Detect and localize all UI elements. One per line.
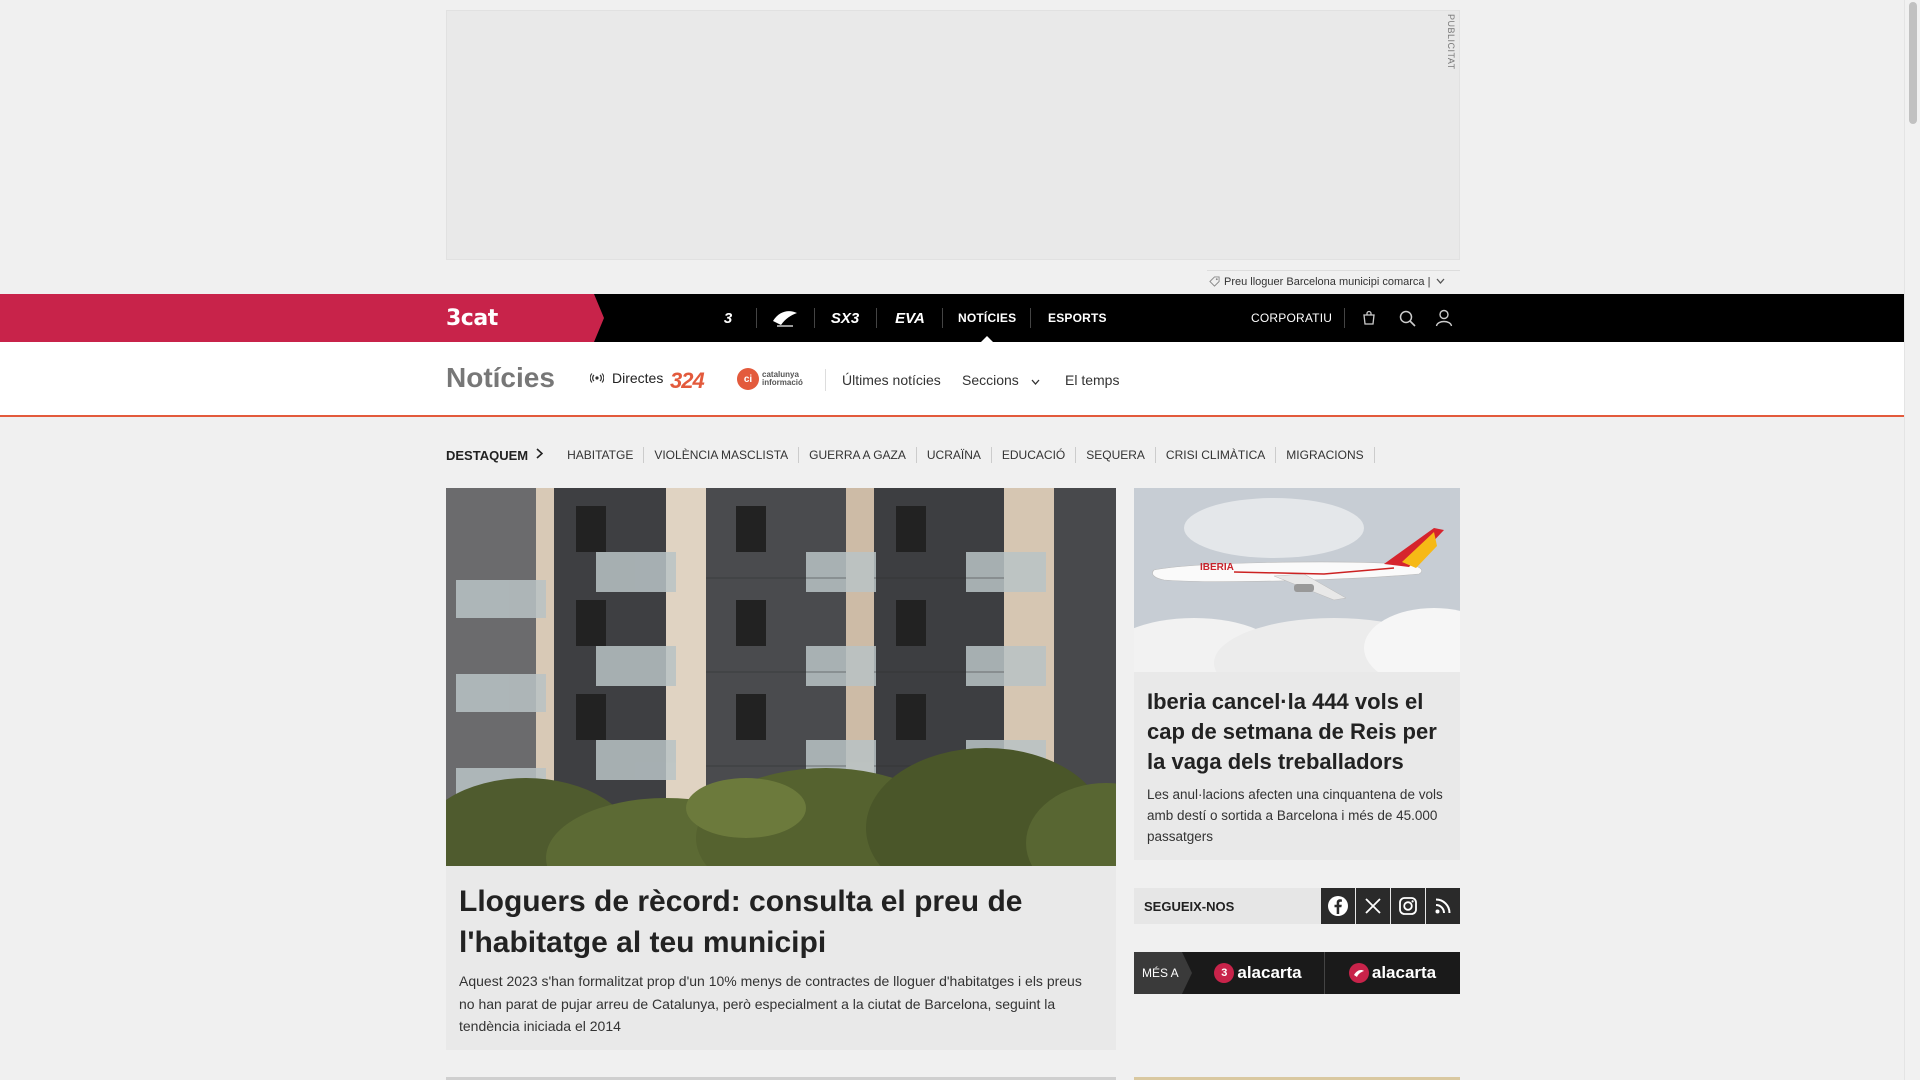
page-title[interactable]: Notícies [446, 362, 555, 394]
ad-label: PUBLICITAT [1446, 14, 1456, 70]
destaquem-link[interactable]: DESTAQUEM [446, 447, 544, 463]
nav-esports[interactable]: ESPORTS [1048, 294, 1107, 342]
tag-icon [1207, 275, 1221, 289]
logo-catalunya-informacio[interactable]: ci catalunya informació [737, 368, 832, 390]
main-article-image[interactable] [446, 488, 1116, 866]
side-article-card[interactable]: IBERIA Iberia cancel·la 444 vols el cap … [1134, 488, 1460, 860]
follow-us-box: SEGUEIX-NOS [1134, 888, 1460, 924]
tag-migracions[interactable]: MIGRACIONS [1276, 447, 1375, 463]
chevron-down-icon [1031, 377, 1040, 387]
ad-search-text: Preu lloguer Barcelona municipi comarca … [1224, 275, 1431, 288]
nav-divider [814, 308, 815, 328]
brand-logo[interactable]: 3cat [446, 306, 498, 331]
scrollbar[interactable] [1904, 0, 1920, 1080]
tag-crisi-climatica[interactable]: CRISI CLIMÀTICA [1156, 447, 1277, 463]
chevron-right-icon [536, 448, 544, 462]
side-article-title[interactable]: Iberia cancel·la 444 vols el cap de setm… [1147, 687, 1452, 777]
nav-divider [1344, 308, 1345, 328]
nav-seccions[interactable]: Seccions [962, 372, 1040, 388]
ad-banner[interactable] [446, 10, 1460, 260]
tag-guerra-a-gaza[interactable]: GUERRA A GAZA [799, 447, 917, 463]
scrollbar-thumb[interactable] [1909, 2, 1917, 124]
instagram-icon[interactable] [1391, 888, 1425, 924]
tag-habitatge[interactable]: HABITATGE [557, 447, 645, 463]
catinfo-emblem-icon: ci [737, 368, 759, 390]
highlight-tags-bar: DESTAQUEM HABITATGE VIOLÈNCIA MASCLISTA … [446, 440, 1460, 470]
catradio-alacarta-label: alacarta [1371, 963, 1437, 982]
mes-a-label: MÉS A [1134, 952, 1192, 994]
search-icon[interactable] [1395, 306, 1419, 330]
section-divider [825, 369, 826, 391]
section-header: Notícies Directes 324 ci catalunya infor… [0, 342, 1904, 417]
rss-icon[interactable] [1426, 888, 1460, 924]
tag-educacio[interactable]: EDUCACIÓ [992, 447, 1077, 463]
nav-divider [1030, 308, 1031, 328]
mes-a-bar: MÉS A 3 alacarta alacarta [1134, 952, 1460, 994]
shop-icon[interactable] [1357, 306, 1381, 330]
live-icon [590, 371, 604, 385]
tag-sequera[interactable]: SEQUERA [1076, 447, 1156, 463]
channel-eva-logo[interactable]: EVA [888, 294, 932, 342]
ad-area: PUBLICITAT Preu lloguer Barcelona munici… [0, 0, 1904, 294]
catradio-alacarta-link[interactable]: alacarta [1325, 952, 1460, 994]
main-article-title[interactable]: Lloguers de rècord: consulta el preu de … [459, 881, 1099, 963]
ad-search-link[interactable]: Preu lloguer Barcelona municipi comarca … [1207, 270, 1460, 292]
nav-divider [942, 308, 943, 328]
directes-link[interactable]: Directes [590, 370, 663, 386]
facebook-icon[interactable] [1321, 888, 1355, 924]
follow-us-label: SEGUEIX-NOS [1144, 899, 1235, 914]
channel-catradio-logo[interactable] [768, 294, 802, 342]
main-article-summary: Aquest 2023 s'han formalitzat prop d'un … [459, 973, 1082, 1034]
side-image-caption: IBERIA [1200, 562, 1234, 573]
side-article-image[interactable]: IBERIA [1134, 488, 1460, 672]
catinfo-text: catalunya informació [762, 370, 803, 387]
top-navigation: 3cat 3 SX3 EVA NOTÍCIES ESPORTS CORPORAT… [0, 294, 1904, 342]
user-icon[interactable] [1432, 306, 1456, 330]
nav-el-temps[interactable]: El temps [1065, 372, 1119, 388]
catradio-logo-icon [1348, 963, 1369, 983]
chevron-down-icon[interactable] [1436, 276, 1445, 287]
tag-ucraina[interactable]: UCRAÏNA [917, 447, 992, 463]
side-article-summary: Les anul·lacions afecten una cinquantena… [1147, 787, 1443, 844]
nav-divider [876, 308, 877, 328]
logo-324[interactable]: 324 [670, 368, 705, 394]
tv3-logo-icon: 3 [1214, 963, 1235, 983]
nav-ultimes-noticies[interactable]: Últimes notícies [842, 372, 941, 388]
tv3-alacarta-label: alacarta [1237, 963, 1302, 982]
nav-noticies[interactable]: NOTÍCIES [958, 294, 1016, 342]
directes-label: Directes [612, 370, 664, 386]
x-twitter-icon[interactable] [1356, 888, 1390, 924]
nav-corporatiu[interactable]: CORPORATIU [1251, 294, 1332, 342]
destaquem-label: DESTAQUEM [446, 447, 529, 463]
tag-violencia-masclista[interactable]: VIOLÈNCIA MASCLISTA [644, 447, 800, 463]
main-article-card[interactable]: Lloguers de rècord: consulta el preu de … [446, 488, 1116, 1050]
brand-band [0, 294, 604, 342]
channel-sx3-logo[interactable]: SX3 [826, 294, 864, 342]
channel-3-logo[interactable]: 3 [714, 294, 742, 342]
tv3-alacarta-link[interactable]: 3 alacarta [1192, 952, 1324, 994]
nav-seccions-label: Seccions [962, 372, 1019, 388]
nav-divider [756, 308, 757, 328]
